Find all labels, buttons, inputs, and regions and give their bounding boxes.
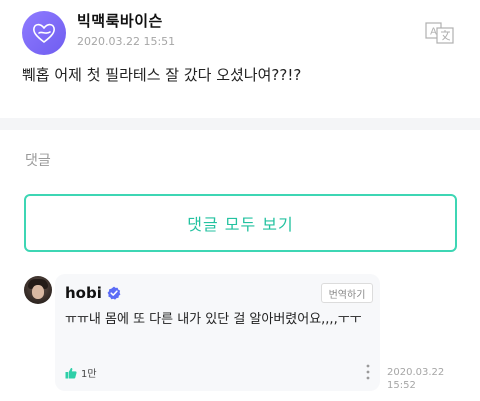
comment-date-time: 15:52 bbox=[387, 380, 416, 391]
comment-author-name[interactable]: hobi bbox=[65, 284, 102, 302]
translate-icon[interactable]: A bbox=[425, 22, 455, 44]
post: 빅맥룩바이슨 2020.03.22 15:51 A 쀄홉 어제 첫 필라테스 잘… bbox=[0, 0, 480, 118]
comment-author-avatar[interactable] bbox=[24, 276, 52, 304]
comment-text: ㅠㅠ내 몸에 또 다른 내가 있단 걸 알아버렸어요,,,,ㅜㅜ bbox=[65, 312, 362, 327]
post-author-name[interactable]: 빅맥룩바이슨 bbox=[77, 10, 163, 31]
heart-logo-icon bbox=[33, 23, 55, 44]
comment-translate-button[interactable]: 번역하기 bbox=[321, 283, 373, 303]
post-text: 쀄홉 어제 첫 필라테스 잘 갔다 오셨나여??!? bbox=[22, 66, 302, 84]
post-author-avatar[interactable] bbox=[22, 11, 66, 55]
comments-title: 댓글 bbox=[25, 153, 51, 169]
post-date: 2020.03.22 15:51 bbox=[77, 35, 176, 48]
view-all-comments-button[interactable]: 댓글 모두 보기 bbox=[24, 194, 457, 252]
verified-badge-icon bbox=[107, 286, 121, 300]
comment-like-count: 1만 bbox=[81, 369, 97, 380]
more-vertical-icon[interactable] bbox=[360, 362, 376, 382]
comment-date-day: 2020.03.22 bbox=[387, 367, 445, 378]
view-all-comments-label: 댓글 모두 보기 bbox=[187, 215, 294, 234]
comment-author[interactable]: hobi bbox=[65, 284, 121, 302]
section-divider bbox=[0, 118, 480, 130]
comment-date: 2020.03.22 15:52 bbox=[387, 366, 457, 392]
thumbs-up-icon bbox=[65, 367, 77, 378]
comment-bubble: hobi 번역하기 ㅠㅠ내 몸에 또 다른 내가 있단 걸 알아버렸어요,,,,… bbox=[55, 274, 380, 391]
comment-like-button[interactable]: 1만 bbox=[65, 365, 97, 380]
svg-text:A: A bbox=[430, 27, 437, 38]
